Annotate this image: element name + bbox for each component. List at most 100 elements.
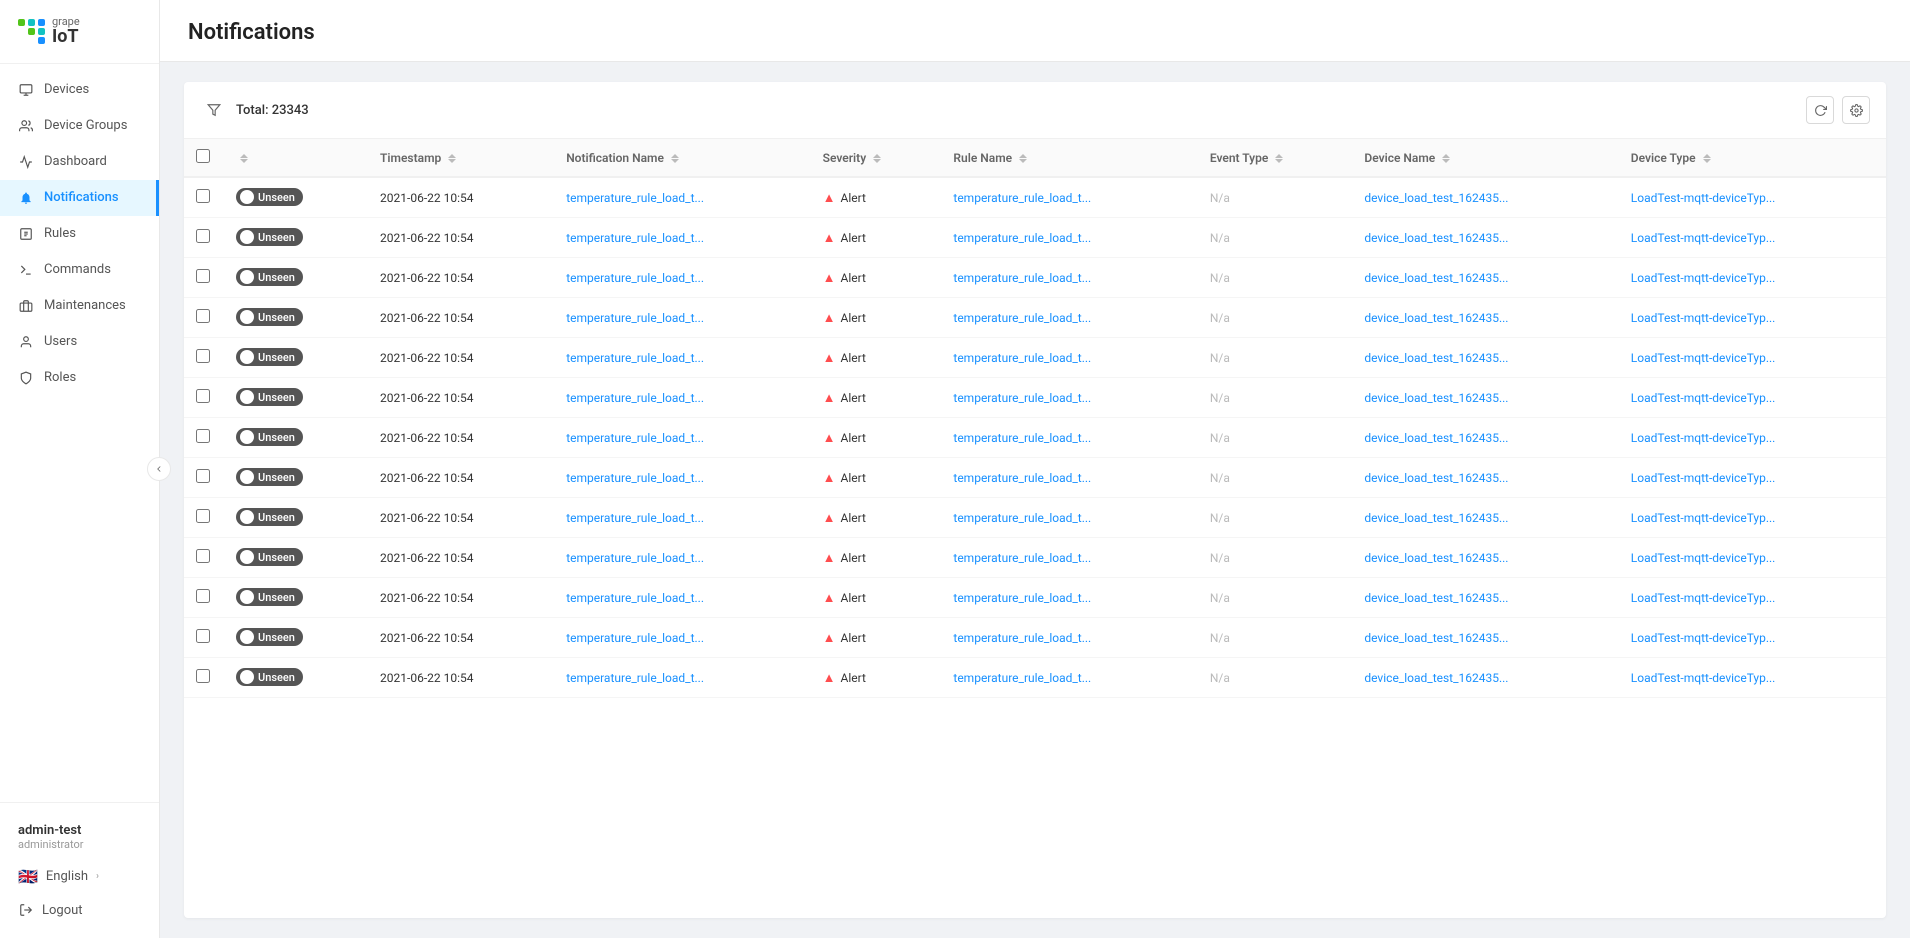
- sidebar-collapse-button[interactable]: [147, 457, 171, 481]
- row-checkbox[interactable]: [196, 389, 210, 403]
- notification-link[interactable]: temperature_rule_load_t...: [566, 671, 704, 685]
- sidebar-item-dashboard[interactable]: Dashboard: [0, 144, 159, 180]
- device-type-link[interactable]: LoadTest-mqtt-deviceTyp...: [1631, 391, 1776, 405]
- row-checkbox[interactable]: [196, 429, 210, 443]
- sidebar-item-commands[interactable]: Commands: [0, 252, 159, 288]
- sidebar-item-maintenances[interactable]: Maintenances: [0, 288, 159, 324]
- device-name-link[interactable]: device_load_test_162435...: [1364, 551, 1508, 565]
- device-name-link[interactable]: device_load_test_162435...: [1364, 671, 1508, 685]
- sidebar-item-notifications[interactable]: Notifications: [0, 180, 159, 216]
- row-checkbox[interactable]: [196, 469, 210, 483]
- device-type-link[interactable]: LoadTest-mqtt-deviceTyp...: [1631, 271, 1776, 285]
- notification-link[interactable]: temperature_rule_load_t...: [566, 191, 704, 205]
- unseen-toggle[interactable]: Unseen: [236, 588, 303, 606]
- language-selector[interactable]: 🇬🇧 English ›: [0, 859, 159, 894]
- device-name-link[interactable]: device_load_test_162435...: [1364, 391, 1508, 405]
- device-name-link[interactable]: device_load_test_162435...: [1364, 231, 1508, 245]
- select-all-checkbox[interactable]: [196, 149, 210, 163]
- header-rule-name[interactable]: Rule Name: [941, 139, 1197, 177]
- rule-name-link[interactable]: temperature_rule_load_t...: [953, 191, 1091, 205]
- rule-name-link[interactable]: temperature_rule_load_t...: [953, 511, 1091, 525]
- notification-link[interactable]: temperature_rule_load_t...: [566, 551, 704, 565]
- rule-name-link[interactable]: temperature_rule_load_t...: [953, 471, 1091, 485]
- sidebar-item-device-groups[interactable]: Device Groups: [0, 108, 159, 144]
- rule-name-link[interactable]: temperature_rule_load_t...: [953, 671, 1091, 685]
- logout-button[interactable]: Logout: [0, 894, 159, 926]
- unseen-toggle[interactable]: Unseen: [236, 428, 303, 446]
- row-checkbox[interactable]: [196, 669, 210, 683]
- device-name-link[interactable]: device_load_test_162435...: [1364, 271, 1508, 285]
- sidebar-item-roles[interactable]: Roles: [0, 360, 159, 396]
- unseen-toggle[interactable]: Unseen: [236, 628, 303, 646]
- rule-name-link[interactable]: temperature_rule_load_t...: [953, 551, 1091, 565]
- unseen-toggle[interactable]: Unseen: [236, 188, 303, 206]
- rule-name-link[interactable]: temperature_rule_load_t...: [953, 231, 1091, 245]
- notification-link[interactable]: temperature_rule_load_t...: [566, 511, 704, 525]
- rule-name-link[interactable]: temperature_rule_load_t...: [953, 631, 1091, 645]
- device-type-link[interactable]: LoadTest-mqtt-deviceTyp...: [1631, 671, 1776, 685]
- device-name-link[interactable]: device_load_test_162435...: [1364, 471, 1508, 485]
- notification-link[interactable]: temperature_rule_load_t...: [566, 391, 704, 405]
- settings-button[interactable]: [1842, 96, 1870, 124]
- header-device-type[interactable]: Device Type: [1619, 139, 1886, 177]
- device-name-link[interactable]: device_load_test_162435...: [1364, 191, 1508, 205]
- filter-button[interactable]: [200, 96, 228, 124]
- device-name-link[interactable]: device_load_test_162435...: [1364, 631, 1508, 645]
- notification-link[interactable]: temperature_rule_load_t...: [566, 431, 704, 445]
- device-name-link[interactable]: device_load_test_162435...: [1364, 311, 1508, 325]
- notification-link[interactable]: temperature_rule_load_t...: [566, 311, 704, 325]
- row-checkbox[interactable]: [196, 269, 210, 283]
- notification-link[interactable]: temperature_rule_load_t...: [566, 591, 704, 605]
- row-checkbox[interactable]: [196, 509, 210, 523]
- notification-link[interactable]: temperature_rule_load_t...: [566, 351, 704, 365]
- rule-name-link[interactable]: temperature_rule_load_t...: [953, 431, 1091, 445]
- sidebar-item-rules[interactable]: Rules: [0, 216, 159, 252]
- device-type-link[interactable]: LoadTest-mqtt-deviceTyp...: [1631, 591, 1776, 605]
- row-checkbox[interactable]: [196, 309, 210, 323]
- unseen-toggle[interactable]: Unseen: [236, 548, 303, 566]
- unseen-toggle[interactable]: Unseen: [236, 508, 303, 526]
- notification-link[interactable]: temperature_rule_load_t...: [566, 631, 704, 645]
- sidebar-item-users[interactable]: Users: [0, 324, 159, 360]
- device-type-link[interactable]: LoadTest-mqtt-deviceTyp...: [1631, 311, 1776, 325]
- device-name-link[interactable]: device_load_test_162435...: [1364, 591, 1508, 605]
- header-status[interactable]: [224, 139, 368, 177]
- notification-link[interactable]: temperature_rule_load_t...: [566, 471, 704, 485]
- header-timestamp[interactable]: Timestamp: [368, 139, 554, 177]
- row-checkbox[interactable]: [196, 629, 210, 643]
- unseen-toggle[interactable]: Unseen: [236, 308, 303, 326]
- rule-name-link[interactable]: temperature_rule_load_t...: [953, 591, 1091, 605]
- device-type-link[interactable]: LoadTest-mqtt-deviceTyp...: [1631, 431, 1776, 445]
- device-name-link[interactable]: device_load_test_162435...: [1364, 351, 1508, 365]
- rule-name-link[interactable]: temperature_rule_load_t...: [953, 311, 1091, 325]
- device-type-link[interactable]: LoadTest-mqtt-deviceTyp...: [1631, 231, 1776, 245]
- header-device-name[interactable]: Device Name: [1352, 139, 1618, 177]
- device-name-link[interactable]: device_load_test_162435...: [1364, 511, 1508, 525]
- device-type-link[interactable]: LoadTest-mqtt-deviceTyp...: [1631, 551, 1776, 565]
- device-name-link[interactable]: device_load_test_162435...: [1364, 431, 1508, 445]
- unseen-toggle[interactable]: Unseen: [236, 268, 303, 286]
- device-type-link[interactable]: LoadTest-mqtt-deviceTyp...: [1631, 511, 1776, 525]
- header-severity[interactable]: Severity: [811, 139, 942, 177]
- unseen-toggle[interactable]: Unseen: [236, 388, 303, 406]
- row-checkbox[interactable]: [196, 229, 210, 243]
- rule-name-link[interactable]: temperature_rule_load_t...: [953, 271, 1091, 285]
- row-checkbox[interactable]: [196, 549, 210, 563]
- device-type-link[interactable]: LoadTest-mqtt-deviceTyp...: [1631, 191, 1776, 205]
- header-notification-name[interactable]: Notification Name: [554, 139, 810, 177]
- rule-name-link[interactable]: temperature_rule_load_t...: [953, 391, 1091, 405]
- row-checkbox[interactable]: [196, 349, 210, 363]
- unseen-toggle[interactable]: Unseen: [236, 348, 303, 366]
- unseen-toggle[interactable]: Unseen: [236, 668, 303, 686]
- device-type-link[interactable]: LoadTest-mqtt-deviceTyp...: [1631, 471, 1776, 485]
- notification-link[interactable]: temperature_rule_load_t...: [566, 271, 704, 285]
- rule-name-link[interactable]: temperature_rule_load_t...: [953, 351, 1091, 365]
- unseen-toggle[interactable]: Unseen: [236, 228, 303, 246]
- unseen-toggle[interactable]: Unseen: [236, 468, 303, 486]
- device-type-link[interactable]: LoadTest-mqtt-deviceTyp...: [1631, 631, 1776, 645]
- refresh-button[interactable]: [1806, 96, 1834, 124]
- row-checkbox[interactable]: [196, 589, 210, 603]
- notification-link[interactable]: temperature_rule_load_t...: [566, 231, 704, 245]
- header-event-type[interactable]: Event Type: [1198, 139, 1353, 177]
- device-type-link[interactable]: LoadTest-mqtt-deviceTyp...: [1631, 351, 1776, 365]
